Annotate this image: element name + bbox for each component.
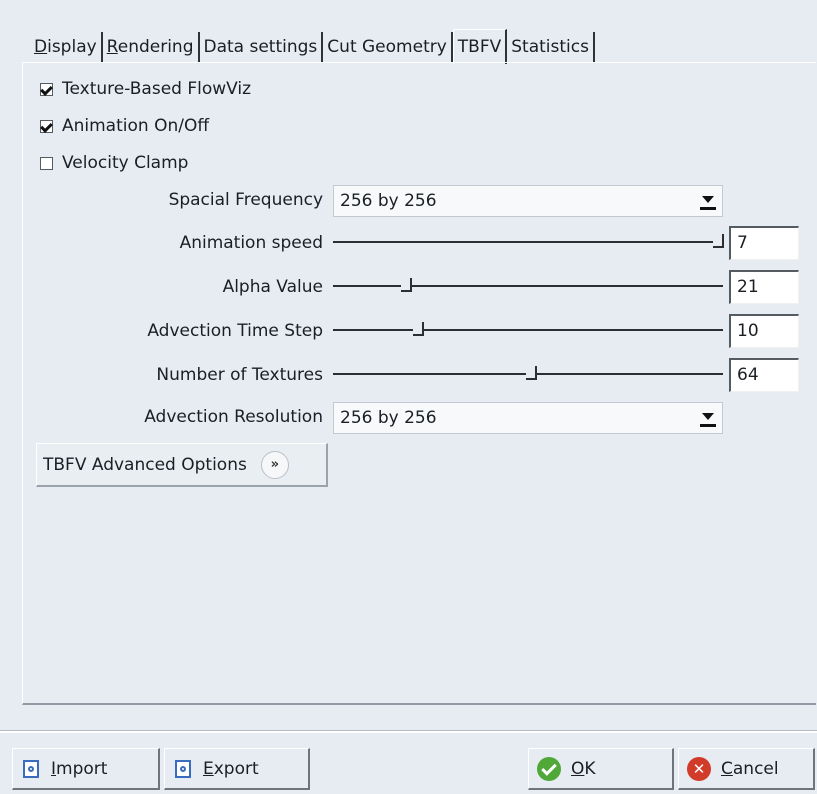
slider-track xyxy=(333,285,723,287)
tab-data-settings[interactable]: Data settings xyxy=(200,32,324,62)
animation-speed-label: Animation speed xyxy=(179,233,323,253)
tab-display[interactable]: Display xyxy=(30,32,103,62)
slider-handle[interactable] xyxy=(713,234,724,248)
animation-checkbox[interactable] xyxy=(40,119,53,133)
tbfv-checkbox-row[interactable]: Texture-Based FlowViz xyxy=(40,77,251,101)
cancel-button[interactable]: ✕ Cancel xyxy=(678,748,815,790)
cancel-circle-icon: ✕ xyxy=(687,756,711,781)
velocity-clamp-checkbox[interactable] xyxy=(40,156,53,170)
cancel-label: ancel xyxy=(732,758,779,779)
animation-speed-input[interactable]: 7 xyxy=(729,226,799,260)
slider-track xyxy=(333,329,723,331)
animation-checkbox-label: Animation On/Off xyxy=(62,116,210,136)
animation-checkbox-row[interactable]: Animation On/Off xyxy=(40,114,209,138)
export-icon xyxy=(175,759,191,778)
export-button[interactable]: Export xyxy=(164,748,310,790)
tab-cut-geometry-label: Cut Geometry xyxy=(327,37,447,57)
double-chevron-right-icon: » xyxy=(260,450,289,479)
ok-mnemonic: O xyxy=(571,758,585,779)
export-mnemonic: E xyxy=(203,758,214,779)
check-circle-icon xyxy=(537,756,561,781)
ok-button[interactable]: OK xyxy=(528,748,674,790)
tab-cut-geometry[interactable]: Cut Geometry xyxy=(323,32,453,62)
tab-bar: Display Rendering Data settings Cut Geom… xyxy=(30,26,595,64)
slider-handle[interactable] xyxy=(526,366,537,380)
advection-resolution-label: Advection Resolution xyxy=(144,407,323,427)
tab-display-mnemonic: D xyxy=(34,37,48,57)
advection-time-step-slider[interactable] xyxy=(333,317,723,345)
tab-tbfv[interactable]: TBFV xyxy=(452,29,508,64)
tab-rendering[interactable]: Rendering xyxy=(103,32,200,62)
tab-display-label: isplay xyxy=(47,37,97,57)
tab-statistics-label: Statistics xyxy=(511,37,589,57)
chevron-down-icon[interactable] xyxy=(700,409,716,427)
alpha-value-input[interactable]: 21 xyxy=(729,270,799,304)
tab-tbfv-label: TBFV xyxy=(457,37,502,57)
number-of-textures-label: Number of Textures xyxy=(156,365,323,385)
advection-time-step-label: Advection Time Step xyxy=(147,321,323,341)
advection-resolution-select[interactable]: 256 by 256 xyxy=(333,402,723,434)
chevron-down-icon[interactable] xyxy=(700,192,716,210)
velocity-clamp-checkbox-label: Velocity Clamp xyxy=(62,153,189,173)
spacial-frequency-label: Spacial Frequency xyxy=(168,190,323,210)
tab-statistics[interactable]: Statistics xyxy=(507,32,595,62)
number-of-textures-input[interactable]: 64 xyxy=(729,358,799,392)
advection-resolution-value: 256 by 256 xyxy=(340,408,437,428)
alpha-value-slider[interactable] xyxy=(333,273,723,301)
export-label: xport xyxy=(213,758,259,779)
tbfv-checkbox[interactable] xyxy=(40,82,53,96)
ok-label: K xyxy=(584,758,596,779)
slider-handle[interactable] xyxy=(401,278,412,292)
number-of-textures-slider[interactable] xyxy=(333,361,723,389)
footer-separator xyxy=(0,730,817,733)
advection-time-step-input[interactable]: 10 xyxy=(729,314,799,348)
alpha-value-label: Alpha Value xyxy=(222,277,323,297)
slider-handle[interactable] xyxy=(413,322,424,336)
import-button[interactable]: Import xyxy=(12,748,160,790)
tab-rendering-label: endering xyxy=(117,37,194,57)
tbfv-checkbox-label: Texture-Based FlowViz xyxy=(62,79,252,99)
preferences-dialog: Display Rendering Data settings Cut Geom… xyxy=(0,0,817,794)
import-icon xyxy=(23,759,39,778)
tbfv-advanced-options-button[interactable]: TBFV Advanced Options » xyxy=(36,443,328,487)
tbfv-advanced-options-label: TBFV Advanced Options xyxy=(43,454,247,475)
import-label: mport xyxy=(56,758,108,779)
velocity-clamp-checkbox-row[interactable]: Velocity Clamp xyxy=(40,151,188,175)
spacial-frequency-value: 256 by 256 xyxy=(340,191,437,211)
tab-rendering-mnemonic: R xyxy=(106,37,118,57)
spacial-frequency-select[interactable]: 256 by 256 xyxy=(333,185,723,217)
animation-speed-slider[interactable] xyxy=(333,229,724,257)
tab-data-settings-label: Data settings xyxy=(203,37,318,57)
cancel-mnemonic: C xyxy=(721,758,733,779)
slider-track xyxy=(333,241,723,243)
